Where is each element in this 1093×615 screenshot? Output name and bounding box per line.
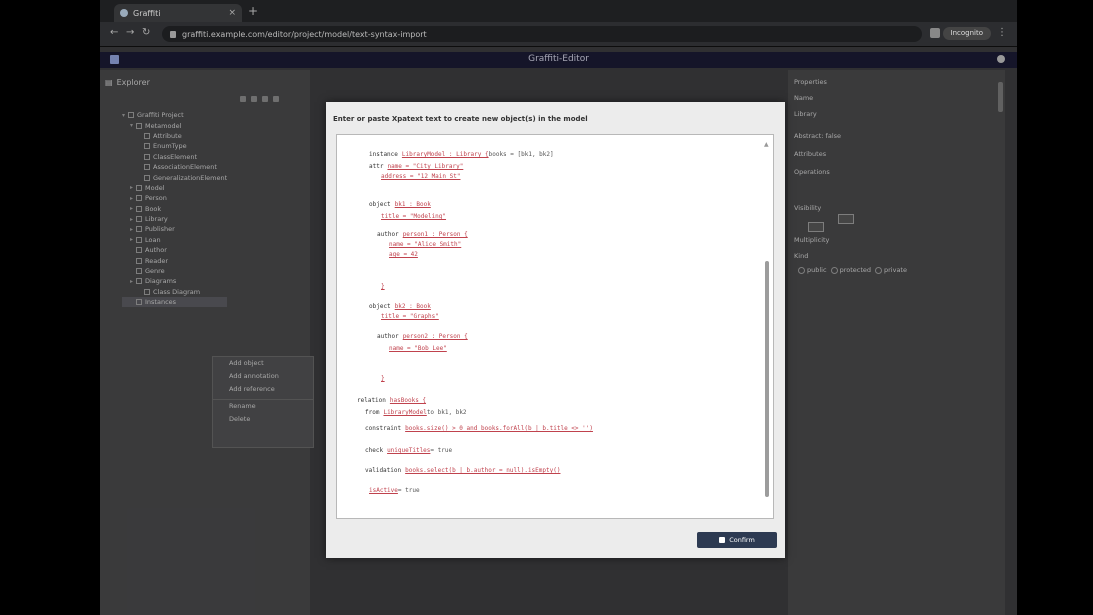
code-expression: books.select(b | b.author = null).isEmpt… [405, 467, 561, 474]
code-line: validation books.select(b | b.author = nu… [365, 467, 560, 474]
code-keyword: check [365, 447, 384, 454]
code-line: age = 42 [385, 251, 418, 258]
text-import-dialog: Enter or paste Xpatext text to create ne… [326, 102, 785, 558]
code-expression: title = "Modeling" [381, 213, 447, 220]
code-expression: } [381, 375, 385, 382]
browser-tab[interactable]: Graffiti × [114, 4, 242, 22]
code-line: isActive= true [365, 487, 420, 494]
browser-tabbar: Graffiti × + [100, 0, 1017, 22]
code-expression: name = "City Library" [387, 163, 464, 170]
code-expression: bk2 : Book [394, 303, 431, 310]
code-line: object bk2 : Book [369, 303, 431, 310]
code-expression: name = "Alice Smith" [389, 241, 462, 248]
code-text: = true [430, 447, 453, 454]
code-expression: person2 : Person { [402, 333, 468, 340]
code-keyword: relation [357, 397, 386, 404]
code-line: instance LibraryModel : Library {books = … [369, 151, 554, 158]
code-expression: bk1 : Book [394, 201, 431, 208]
code-expression: hasBooks { [389, 397, 427, 404]
code-expression: title = "Graphs" [381, 313, 439, 320]
code-line: title = "Modeling" [377, 213, 446, 220]
code-editor[interactable]: ▲ instance LibraryModel : Library {books … [336, 134, 774, 519]
favicon-icon [120, 9, 128, 17]
tab-title: Graffiti [133, 8, 161, 18]
code-keyword: author [377, 231, 399, 238]
code-expression: age = 42 [389, 251, 418, 258]
code-expression: LibraryModel [383, 409, 427, 416]
code-line: address = "12 Main St" [377, 173, 460, 180]
browser-toolbar: ← → ↻ graffiti.example.com/editor/projec… [100, 22, 1017, 47]
profile-button[interactable]: Incognito [942, 27, 991, 40]
code-line: author person2 : Person { [377, 333, 468, 340]
code-expression: person1 : Person { [402, 231, 468, 238]
code-expression: LibraryModel : Library { [401, 151, 489, 158]
screen-frame: Graffiti × + ← → ↻ graffiti.example.com/… [100, 0, 1017, 615]
code-line: name = "Bob Lee" [385, 345, 447, 352]
code-line: } [377, 375, 385, 382]
editor-scrollbar[interactable] [765, 261, 769, 497]
code-keyword: from [365, 409, 380, 416]
code-line: author person1 : Person { [377, 231, 468, 238]
check-icon [719, 537, 726, 543]
code-expression: name = "Bob Lee" [389, 345, 447, 352]
tab-close-icon[interactable]: × [228, 8, 236, 18]
scroll-up-icon[interactable]: ▲ [764, 141, 769, 148]
confirm-button[interactable]: Confirm [697, 532, 777, 548]
dialog-title: Enter or paste Xpatext text to create ne… [333, 115, 588, 123]
code-text: to bk1, bk2 [426, 409, 467, 416]
code-keyword: author [377, 333, 399, 340]
address-bar[interactable]: graffiti.example.com/editor/project/mode… [162, 26, 922, 42]
code-expression: address = "12 Main St" [381, 173, 461, 180]
back-icon[interactable]: ← [110, 27, 118, 38]
code-text: = true [397, 487, 420, 494]
code-expression: } [381, 283, 385, 290]
code-line: title = "Graphs" [377, 313, 439, 320]
forward-icon[interactable]: → [126, 27, 134, 38]
code-expression: uniqueTitles [387, 447, 431, 454]
code-line: relation hasBooks { [357, 397, 426, 404]
code-text: books = [bk1, bk2] [488, 151, 554, 158]
code-keyword: constraint [365, 425, 402, 432]
reload-icon[interactable]: ↻ [142, 27, 150, 38]
browser-menu-icon[interactable]: ⋮ [997, 27, 1007, 38]
lock-icon [170, 30, 176, 38]
code-line: check uniqueTitles= true [365, 447, 452, 454]
code-line: constraint books.size() > 0 and books.for… [365, 425, 593, 432]
code-expression: books.size() > 0 and books.forAll(b | b.… [405, 425, 593, 432]
code-line: name = "Alice Smith" [385, 241, 461, 248]
code-line: attr name = "City Library" [369, 163, 463, 170]
confirm-label: Confirm [729, 536, 755, 544]
code-keyword: object [369, 201, 391, 208]
code-line: } [377, 283, 385, 290]
url-text: graffiti.example.com/editor/project/mode… [182, 29, 427, 39]
new-tab-button[interactable]: + [248, 4, 258, 18]
code-line: object bk1 : Book [369, 201, 431, 208]
code-expression: isActive [369, 487, 398, 494]
code-keyword: attr [369, 163, 384, 170]
code-keyword: object [369, 303, 391, 310]
code-keyword: instance [369, 151, 398, 158]
extension-icon[interactable] [930, 28, 940, 38]
code-keyword: validation [365, 467, 402, 474]
code-line: from LibraryModelto bk1, bk2 [365, 409, 467, 416]
